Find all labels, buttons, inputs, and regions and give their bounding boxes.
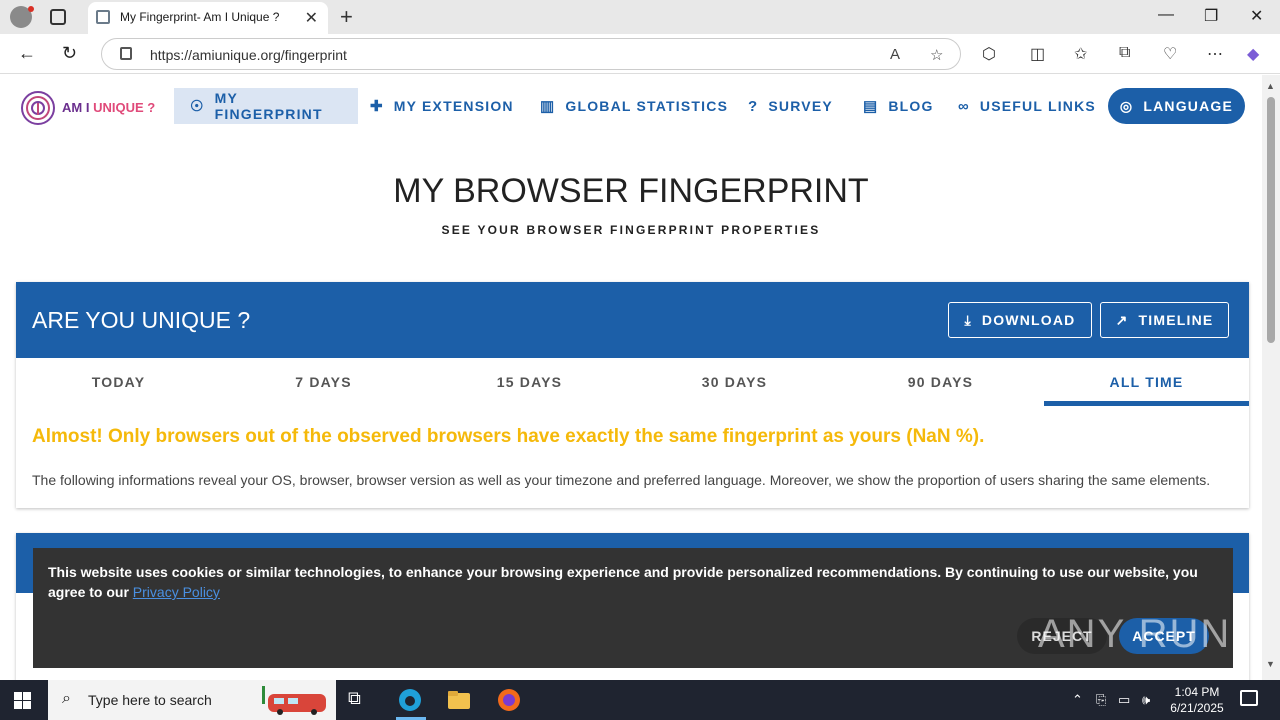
fingerprint-logo-icon[interactable]: [20, 89, 56, 127]
page-scrollbar[interactable]: ▲ ▼: [1262, 75, 1280, 680]
blog-icon: ▤: [863, 98, 879, 115]
tray-chevron-icon[interactable]: ⌃: [1072, 692, 1083, 708]
nav-survey[interactable]: ? SURVEY: [748, 88, 833, 124]
taskbar-search[interactable]: ⌕ Type here to search: [48, 680, 336, 720]
extensions-icon[interactable]: ⬡: [982, 44, 996, 64]
tab-title: My Fingerprint- Am I Unique ?: [120, 10, 280, 24]
read-aloud-icon[interactable]: A: [890, 46, 900, 63]
restore-icon[interactable]: ❐: [1204, 6, 1218, 26]
timeline-label: TIMELINE: [1138, 312, 1214, 328]
trend-icon: ↗: [1115, 311, 1129, 328]
language-label: LANGUAGE: [1143, 98, 1234, 114]
nav-label: USEFUL LINKS: [979, 98, 1096, 114]
nav-label: MY FINGERPRINT: [214, 90, 323, 122]
url-field[interactable]: https://amiunique.org/fingerprint A ☆: [101, 38, 961, 70]
cookie-text: This website uses cookies or similar tec…: [48, 564, 1198, 600]
split-screen-icon[interactable]: ◫: [1030, 44, 1045, 64]
web-page: AM I UNIQUE ? ☉ MY FINGERPRINT ✚ MY EXTE…: [0, 75, 1262, 680]
volume-icon[interactable]: 🕪: [1142, 692, 1150, 708]
nav-label: SURVEY: [768, 98, 833, 114]
nav-my-fingerprint[interactable]: ☉ MY FINGERPRINT: [174, 88, 358, 124]
tab-actions-icon[interactable]: [50, 9, 66, 25]
address-toolbar: ← ↻ https://amiunique.org/fingerprint A …: [0, 34, 1280, 74]
clock-time: 1:04 PM: [1174, 685, 1220, 699]
browser-tab[interactable]: My Fingerprint- Am I Unique ? ✕: [88, 2, 328, 34]
minimize-icon[interactable]: —: [1158, 6, 1174, 24]
download-label: DOWNLOAD: [981, 312, 1076, 328]
windows-taskbar: ⌕ Type here to search ⧉ ⌃ ⎘ ▭ 🕪 1:04 PM …: [0, 680, 1280, 720]
question-icon: ?: [748, 97, 759, 115]
network-icon[interactable]: ▭: [1118, 692, 1130, 708]
nav-label: BLOG: [888, 98, 934, 114]
tab-15-days[interactable]: 15 DAYS: [427, 358, 632, 406]
nav-blog[interactable]: ▤ BLOG: [863, 88, 934, 124]
fingerprint-icon: ☉: [190, 98, 205, 115]
card-header: ARE YOU UNIQUE ? ⤓ DOWNLOAD ↗ TIMELINE: [16, 282, 1249, 358]
language-button[interactable]: ◎ LANGUAGE: [1108, 88, 1245, 124]
tab-all-time[interactable]: ALL TIME: [1044, 358, 1249, 406]
puzzle-icon: ✚: [370, 98, 384, 115]
nav-label: GLOBAL STATISTICS: [565, 98, 729, 114]
nav-label: MY EXTENSION: [393, 98, 514, 114]
collections-icon[interactable]: ⧉: [1119, 44, 1130, 62]
link-icon: ∞: [958, 97, 970, 115]
site-logo-text[interactable]: AM I UNIQUE ?: [62, 100, 155, 115]
scroll-up-icon[interactable]: ▲: [1266, 81, 1275, 91]
privacy-policy-link[interactable]: Privacy Policy: [133, 584, 220, 600]
clock-date: 6/21/2025: [1170, 701, 1224, 715]
page-title: MY BROWSER FINGERPRINT: [393, 172, 869, 210]
timeline-button[interactable]: ↗ TIMELINE: [1100, 302, 1229, 338]
new-tab-icon[interactable]: +: [340, 4, 353, 30]
close-window-icon[interactable]: ✕: [1250, 6, 1263, 26]
search-placeholder: Type here to search: [88, 692, 212, 708]
close-tab-icon[interactable]: ✕: [305, 8, 318, 28]
back-icon[interactable]: ←: [18, 43, 36, 64]
browser-essentials-icon[interactable]: ♡: [1163, 44, 1177, 64]
scroll-thumb[interactable]: [1267, 97, 1275, 343]
page-subtitle: SEE YOUR BROWSER FINGERPRINT PROPERTIES: [441, 223, 821, 237]
url-text[interactable]: https://amiunique.org/fingerprint: [150, 47, 347, 63]
search-icon: ⌕: [62, 690, 71, 707]
edge-browser-icon[interactable]: [398, 688, 422, 712]
site-navbar: AM I UNIQUE ? ☉ MY FINGERPRINT ✚ MY EXTE…: [0, 75, 1262, 143]
favorites-icon[interactable]: ✩: [1074, 44, 1087, 64]
device-icon[interactable]: ⎘: [1096, 692, 1106, 708]
refresh-icon[interactable]: ↻: [62, 43, 77, 64]
download-icon: ⤓: [964, 311, 972, 328]
taskbar-clock[interactable]: 1:04 PM 6/21/2025: [1162, 684, 1232, 716]
bar-chart-icon: ▥: [540, 98, 556, 115]
scroll-down-icon[interactable]: ▼: [1266, 659, 1275, 669]
firefox-icon[interactable]: [497, 688, 521, 712]
nav-my-extension[interactable]: ✚ MY EXTENSION: [370, 88, 514, 124]
favorite-star-icon[interactable]: ☆: [930, 46, 943, 64]
search-highlight-icon: [262, 686, 326, 715]
nav-useful-links[interactable]: ∞ USEFUL LINKS: [958, 88, 1096, 124]
browser-tab-bar: My Fingerprint- Am I Unique ? ✕ + — ❐ ✕: [0, 0, 1280, 34]
period-tabs: TODAY 7 DAYS 15 DAYS 30 DAYS 90 DAYS ALL…: [16, 358, 1249, 406]
page-favicon-icon: [96, 10, 110, 24]
task-view-icon[interactable]: ⧉: [348, 688, 372, 712]
cookie-banner: This website uses cookies or similar tec…: [33, 548, 1233, 668]
globe-icon: ◎: [1119, 97, 1134, 114]
tab-today[interactable]: TODAY: [16, 358, 221, 406]
copilot-icon[interactable]: ◆: [1247, 44, 1259, 64]
lock-icon[interactable]: [120, 47, 132, 60]
tab-30-days[interactable]: 30 DAYS: [632, 358, 837, 406]
tab-7-days[interactable]: 7 DAYS: [221, 358, 426, 406]
notification-dot: [28, 6, 34, 12]
info-text: The following informations reveal your O…: [32, 472, 1211, 488]
file-explorer-icon[interactable]: [447, 688, 471, 712]
notification-icon[interactable]: [1240, 690, 1258, 706]
uniqueness-result: Almost! Only browsers out of the observe…: [32, 426, 985, 447]
nav-global-statistics[interactable]: ▥ GLOBAL STATISTICS: [540, 88, 728, 124]
anyrun-watermark: ANY RUN: [1038, 612, 1232, 656]
card-title: ARE YOU UNIQUE ?: [32, 307, 251, 333]
download-button[interactable]: ⤓ DOWNLOAD: [948, 302, 1092, 338]
uniqueness-card: ARE YOU UNIQUE ? ⤓ DOWNLOAD ↗ TIMELINE T…: [16, 282, 1249, 508]
windows-start-icon[interactable]: [14, 692, 31, 709]
tab-90-days[interactable]: 90 DAYS: [838, 358, 1043, 406]
more-menu-icon[interactable]: ⋯: [1207, 44, 1223, 64]
